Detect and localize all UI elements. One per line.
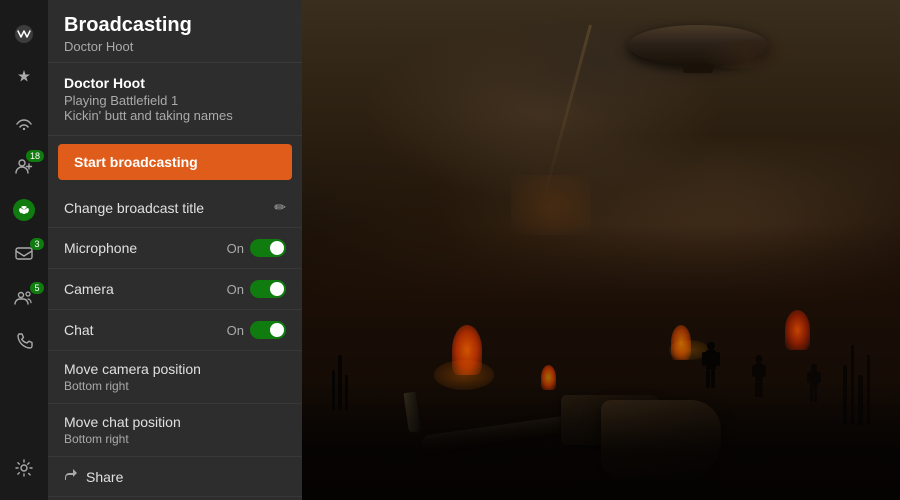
move-chat-sublabel: Bottom right xyxy=(64,432,286,446)
change-title-label: Change broadcast title xyxy=(64,200,204,216)
page-title: Broadcasting xyxy=(64,14,286,37)
party-badge: 5 xyxy=(30,282,44,294)
start-broadcasting-button[interactable]: Start broadcasting xyxy=(58,144,292,180)
share-label: Share xyxy=(86,469,123,485)
user-section: Doctor Hoot Playing Battlefield 1 Kickin… xyxy=(48,63,302,136)
move-camera-item[interactable]: Move camera position Bottom right xyxy=(48,351,302,404)
chat-item[interactable]: Chat On xyxy=(48,310,302,351)
sidebar-item-settings[interactable] xyxy=(0,446,48,490)
camera-toggle[interactable] xyxy=(250,280,286,298)
sidebar-item-messages[interactable]: 3 xyxy=(0,232,48,276)
sidebar-item-network[interactable] xyxy=(0,100,48,144)
sidebar-header: Broadcasting Doctor Hoot xyxy=(48,0,302,63)
ground-overlay xyxy=(302,380,900,500)
camera-label: Camera xyxy=(64,281,114,297)
change-broadcast-title-item[interactable]: Change broadcast title ✏ xyxy=(48,188,302,228)
microphone-label: Microphone xyxy=(64,240,137,256)
user-name: Doctor Hoot xyxy=(64,75,286,91)
microphone-toggle[interactable] xyxy=(250,239,286,257)
microphone-toggle-label: On xyxy=(227,241,244,256)
messages-badge: 3 xyxy=(30,238,44,250)
sidebar-panel: Broadcasting Doctor Hoot Doctor Hoot Pla… xyxy=(48,0,302,500)
move-chat-label: Move chat position xyxy=(64,414,286,430)
move-camera-sublabel: Bottom right xyxy=(64,379,286,393)
chat-toggle-label: On xyxy=(227,323,244,338)
chat-toggle[interactable] xyxy=(250,321,286,339)
fire-4 xyxy=(785,310,810,350)
microphone-item[interactable]: Microphone On xyxy=(48,228,302,269)
friends-badge: 18 xyxy=(26,150,44,162)
sidebar-item-mixer[interactable] xyxy=(0,12,48,56)
sidebar-subtitle: Doctor Hoot xyxy=(64,39,286,54)
sidebar-item-friends[interactable]: 18 xyxy=(0,144,48,188)
xbox-logo xyxy=(13,199,35,221)
camera-toggle-label: On xyxy=(227,282,244,297)
share-icon xyxy=(64,468,78,485)
share-item[interactable]: Share xyxy=(48,457,302,497)
sidebar-item-xbox[interactable] xyxy=(0,188,48,232)
camera-item[interactable]: Camera On xyxy=(48,269,302,310)
user-game: Playing Battlefield 1 xyxy=(64,93,286,108)
sidebar-item-achievements[interactable] xyxy=(0,56,48,100)
distant-explosion xyxy=(511,175,591,235)
sidebar-item-phone[interactable] xyxy=(0,320,48,364)
icon-bar: 18 3 xyxy=(0,0,48,500)
user-status: Kickin' butt and taking names xyxy=(64,108,286,123)
edit-icon: ✏ xyxy=(274,199,286,216)
chat-label: Chat xyxy=(64,322,94,338)
game-background xyxy=(302,0,900,500)
move-chat-item[interactable]: Move chat position Bottom right xyxy=(48,404,302,457)
sidebar-item-party[interactable]: 5 xyxy=(0,276,48,320)
move-camera-label: Move camera position xyxy=(64,361,286,377)
